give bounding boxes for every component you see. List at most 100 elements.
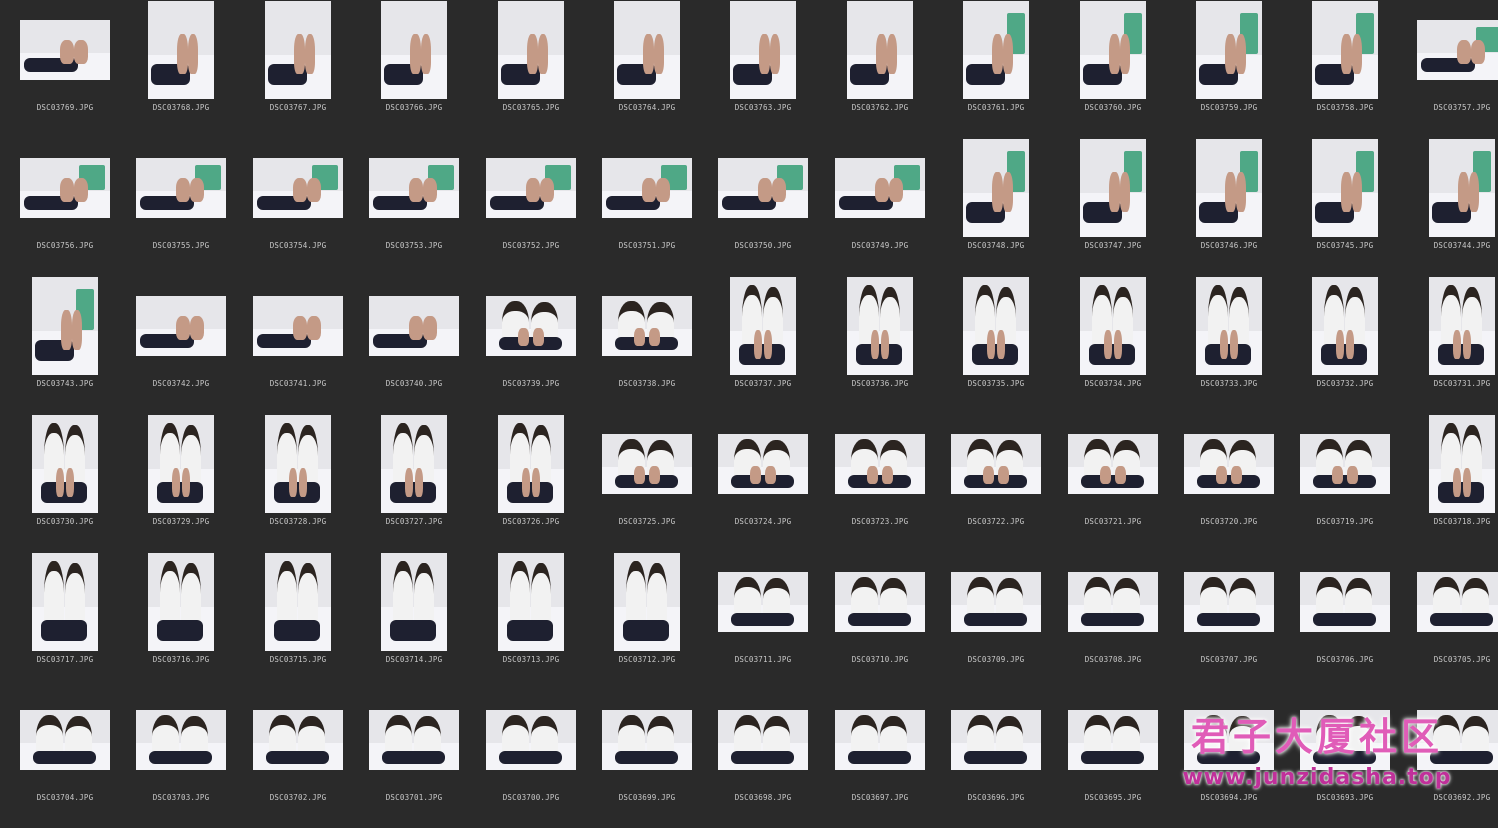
thumbnail-tile[interactable]: DSC03692.JPG [1404,690,1498,828]
thumbnail-tile[interactable]: DSC03757.JPG [1404,0,1498,138]
thumbnail-frame [1171,0,1287,100]
thumbnail-tile[interactable]: DSC03736.JPG [822,276,938,414]
thumbnail-image [148,415,214,513]
thumbnail-tile[interactable]: DSC03749.JPG [822,138,938,276]
thumbnail-tile[interactable]: DSC03728.JPG [240,414,356,552]
thumbnail-tile[interactable]: DSC03748.JPG [938,138,1054,276]
thumbnail-frame [938,414,1054,514]
thumbnail-tile[interactable]: DSC03755.JPG [123,138,239,276]
thumbnail-tile[interactable]: DSC03713.JPG [473,552,589,690]
thumbnail-tile[interactable]: DSC03759.JPG [1171,0,1287,138]
thumbnail-tile[interactable]: DSC03762.JPG [822,0,938,138]
thumbnail-image [1300,710,1390,770]
thumbnail-tile[interactable]: DSC03751.JPG [589,138,705,276]
thumbnail-tile[interactable]: DSC03694.JPG [1171,690,1287,828]
thumbnail-image [718,710,808,770]
thumbnail-tile[interactable]: DSC03716.JPG [123,552,239,690]
thumbnail-filename: DSC03695.JPG [1084,793,1142,802]
thumbnail-image [1417,710,1498,770]
thumbnail-tile[interactable]: DSC03704.JPG [7,690,123,828]
thumbnail-tile[interactable]: DSC03706.JPG [1287,552,1403,690]
thumbnail-tile[interactable]: DSC03761.JPG [938,0,1054,138]
thumbnail-tile[interactable]: DSC03763.JPG [705,0,821,138]
thumbnail-tile[interactable]: DSC03729.JPG [123,414,239,552]
thumbnail-image [835,710,925,770]
thumbnail-tile[interactable]: DSC03754.JPG [240,138,356,276]
thumbnail-tile[interactable]: DSC03722.JPG [938,414,1054,552]
thumbnail-tile[interactable]: DSC03702.JPG [240,690,356,828]
thumbnail-image [718,434,808,494]
thumbnail-tile[interactable]: DSC03769.JPG [7,0,123,138]
thumbnail-filename: DSC03707.JPG [1200,655,1258,664]
thumbnail-tile[interactable]: DSC03752.JPG [473,138,589,276]
thumbnail-tile[interactable]: DSC03705.JPG [1404,552,1498,690]
thumbnail-filename: DSC03702.JPG [269,793,327,802]
thumbnail-tile[interactable]: DSC03764.JPG [589,0,705,138]
thumbnail-tile[interactable]: DSC03753.JPG [356,138,472,276]
thumbnail-tile[interactable]: DSC03718.JPG [1404,414,1498,552]
thumbnail-tile[interactable]: DSC03743.JPG [7,276,123,414]
thumbnail-image [1184,434,1274,494]
thumbnail-tile[interactable]: DSC03720.JPG [1171,414,1287,552]
thumbnail-tile[interactable]: DSC03733.JPG [1171,276,1287,414]
thumbnail-tile[interactable]: DSC03709.JPG [938,552,1054,690]
thumbnail-frame [473,690,589,790]
thumbnail-tile[interactable]: DSC03741.JPG [240,276,356,414]
thumbnail-tile[interactable]: DSC03717.JPG [7,552,123,690]
thumbnail-tile[interactable]: DSC03766.JPG [356,0,472,138]
thumbnail-tile[interactable]: DSC03758.JPG [1287,0,1403,138]
thumbnail-image [963,1,1029,99]
thumbnail-tile[interactable]: DSC03703.JPG [123,690,239,828]
thumbnail-tile[interactable]: DSC03708.JPG [1055,552,1171,690]
thumbnail-tile[interactable]: DSC03700.JPG [473,690,589,828]
thumbnail-tile[interactable]: DSC03735.JPG [938,276,1054,414]
thumbnail-tile[interactable]: DSC03745.JPG [1287,138,1403,276]
thumbnail-tile[interactable]: DSC03698.JPG [705,690,821,828]
thumbnail-frame [123,414,239,514]
thumbnail-filename: DSC03710.JPG [851,655,909,664]
thumbnail-tile[interactable]: DSC03737.JPG [705,276,821,414]
thumbnail-tile[interactable]: DSC03732.JPG [1287,276,1403,414]
thumbnail-filename: DSC03723.JPG [851,517,909,526]
thumbnail-tile[interactable]: DSC03693.JPG [1287,690,1403,828]
thumbnail-tile[interactable]: DSC03697.JPG [822,690,938,828]
thumbnail-frame [938,138,1054,238]
thumbnail-tile[interactable]: DSC03760.JPG [1055,0,1171,138]
thumbnail-tile[interactable]: DSC03750.JPG [705,138,821,276]
thumbnail-tile[interactable]: DSC03701.JPG [356,690,472,828]
thumbnail-tile[interactable]: DSC03695.JPG [1055,690,1171,828]
thumbnail-frame [822,552,938,652]
thumbnail-tile[interactable]: DSC03710.JPG [822,552,938,690]
thumbnail-tile[interactable]: DSC03744.JPG [1404,138,1498,276]
thumbnail-tile[interactable]: DSC03723.JPG [822,414,938,552]
thumbnail-tile[interactable]: DSC03730.JPG [7,414,123,552]
thumbnail-tile[interactable]: DSC03721.JPG [1055,414,1171,552]
thumbnail-tile[interactable]: DSC03727.JPG [356,414,472,552]
thumbnail-tile[interactable]: DSC03726.JPG [473,414,589,552]
thumbnail-frame [1171,690,1287,790]
thumbnail-tile[interactable]: DSC03725.JPG [589,414,705,552]
thumbnail-tile[interactable]: DSC03747.JPG [1055,138,1171,276]
thumbnail-tile[interactable]: DSC03715.JPG [240,552,356,690]
thumbnail-tile[interactable]: DSC03711.JPG [705,552,821,690]
thumbnail-image [1300,434,1390,494]
thumbnail-tile[interactable]: DSC03731.JPG [1404,276,1498,414]
thumbnail-tile[interactable]: DSC03734.JPG [1055,276,1171,414]
thumbnail-tile[interactable]: DSC03719.JPG [1287,414,1403,552]
thumbnail-tile[interactable]: DSC03696.JPG [938,690,1054,828]
thumbnail-tile[interactable]: DSC03756.JPG [7,138,123,276]
thumbnail-tile[interactable]: DSC03739.JPG [473,276,589,414]
thumbnail-tile[interactable]: DSC03768.JPG [123,0,239,138]
thumbnail-tile[interactable]: DSC03742.JPG [123,276,239,414]
thumbnail-tile[interactable]: DSC03712.JPG [589,552,705,690]
thumbnail-image [847,1,913,99]
thumbnail-tile[interactable]: DSC03699.JPG [589,690,705,828]
thumbnail-tile[interactable]: DSC03740.JPG [356,276,472,414]
thumbnail-tile[interactable]: DSC03746.JPG [1171,138,1287,276]
thumbnail-tile[interactable]: DSC03738.JPG [589,276,705,414]
thumbnail-tile[interactable]: DSC03765.JPG [473,0,589,138]
thumbnail-tile[interactable]: DSC03767.JPG [240,0,356,138]
thumbnail-tile[interactable]: DSC03707.JPG [1171,552,1287,690]
thumbnail-tile[interactable]: DSC03714.JPG [356,552,472,690]
thumbnail-tile[interactable]: DSC03724.JPG [705,414,821,552]
